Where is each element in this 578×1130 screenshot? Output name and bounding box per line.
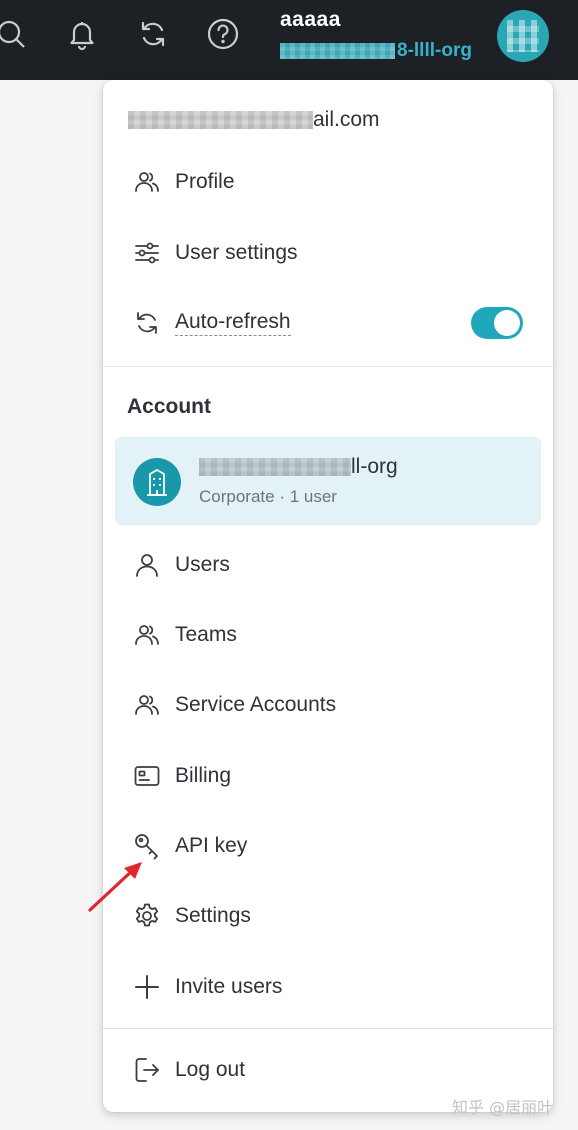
bell-icon[interactable] (65, 17, 99, 51)
avatar[interactable] (497, 10, 549, 62)
current-organization-card[interactable]: ll-org Corporate · 1 user (115, 437, 541, 525)
menu-item-label: User settings (175, 241, 298, 264)
email-suffix: ail.com (313, 108, 380, 131)
menu-item-label: Users (175, 553, 230, 576)
menu-item-user-settings[interactable]: User settings (133, 233, 298, 273)
menu-item-teams[interactable]: Teams (133, 615, 237, 655)
org-name-suffix: 8-llll-org (397, 40, 472, 61)
plus-icon (133, 973, 161, 1001)
redacted-text (280, 43, 395, 59)
user-icon (133, 551, 161, 579)
avatar-pixelated-image (507, 20, 539, 52)
org-name: ll-org (199, 455, 398, 479)
menu-item-label: API key (175, 834, 248, 857)
menu-item-label: Profile (175, 170, 235, 193)
menu-item-label: Invite users (175, 975, 283, 998)
menu-item-invite-users[interactable]: Invite users (133, 967, 282, 1007)
menu-item-settings[interactable]: Settings (133, 896, 251, 936)
user-menu-dropdown: ail.com Profile User settings Auto-refre… (103, 80, 553, 1112)
menu-item-service-accounts[interactable]: Service Accounts (133, 685, 336, 725)
user-email: ail.com (128, 108, 380, 132)
divider (103, 1028, 553, 1029)
red-arrow-annotation (88, 862, 142, 912)
toggle-knob (494, 310, 520, 336)
search-icon[interactable] (0, 17, 31, 51)
building-icon (133, 458, 181, 506)
sliders-icon (133, 239, 161, 267)
logout-icon (133, 1056, 161, 1084)
help-icon[interactable] (206, 17, 240, 51)
menu-item-api-key[interactable]: API key (133, 826, 247, 866)
refresh-icon[interactable] (136, 17, 170, 51)
menu-item-label: Auto-refresh (175, 310, 291, 336)
users-icon (133, 691, 161, 719)
users-icon (133, 168, 161, 196)
menu-item-billing[interactable]: Billing (133, 756, 231, 796)
refresh-icon (133, 309, 161, 337)
redacted-text (199, 458, 351, 476)
divider (103, 366, 553, 367)
top-bar: aaaaa 8-llll-org (0, 0, 578, 80)
user-name: aaaaa (280, 8, 341, 31)
menu-item-label: Service Accounts (175, 693, 337, 716)
menu-item-label: Settings (175, 904, 251, 927)
auto-refresh-toggle[interactable] (471, 307, 523, 339)
org-name-suffix: ll-org (351, 455, 398, 478)
card-icon (133, 762, 161, 790)
org-plan-info: Corporate · 1 user (199, 487, 337, 506)
menu-item-auto-refresh[interactable]: Auto-refresh (133, 303, 291, 343)
menu-item-profile[interactable]: Profile (133, 162, 235, 202)
menu-item-log-out[interactable]: Log out (133, 1050, 245, 1090)
account-switcher[interactable]: aaaaa 8-llll-org (280, 8, 472, 62)
account-section-title: Account (127, 395, 211, 418)
menu-item-label: Log out (175, 1058, 246, 1081)
watermark: 知乎 @居丽叶 (452, 1098, 554, 1117)
redacted-text (128, 111, 313, 129)
menu-item-users[interactable]: Users (133, 545, 230, 585)
current-org[interactable]: 8-llll-org (280, 40, 472, 62)
menu-item-label: Billing (175, 764, 232, 787)
users-icon (133, 621, 161, 649)
menu-item-label: Teams (175, 623, 237, 646)
